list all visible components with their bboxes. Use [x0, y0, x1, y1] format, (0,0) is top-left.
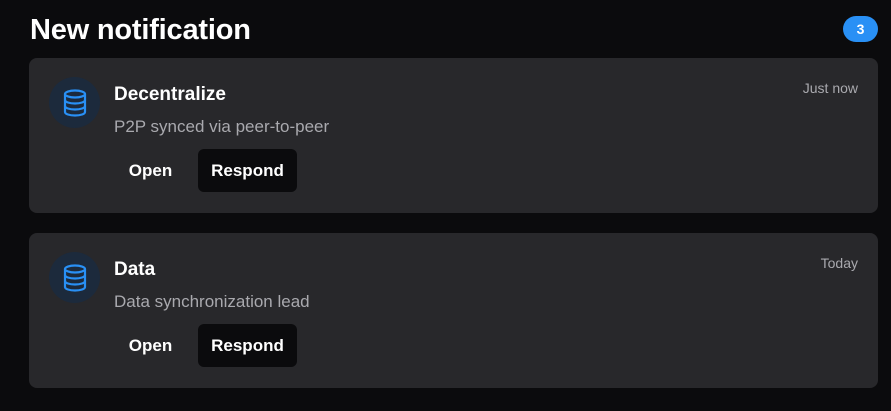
- notification-title: Decentralize: [114, 84, 226, 105]
- database-icon: [49, 77, 100, 128]
- notification-card: Decentralize P2P synced via peer-to-peer…: [29, 58, 878, 213]
- notification-timestamp: Just now: [802, 80, 858, 96]
- notification-count-badge: 3: [843, 16, 878, 42]
- notification-message: P2P synced via peer-to-peer: [114, 117, 330, 136]
- notification-card: Data Data synchronization lead Today Ope…: [29, 233, 878, 388]
- database-icon: [49, 252, 100, 303]
- notification-panel: New notification 3 Decentralize P2P sync…: [0, 0, 891, 411]
- respond-button[interactable]: Respond: [198, 149, 297, 192]
- page-title: New notification: [30, 14, 251, 46]
- notification-message: Data synchronization lead: [114, 292, 310, 311]
- open-button[interactable]: Open: [114, 149, 187, 192]
- open-button[interactable]: Open: [114, 324, 187, 367]
- notification-timestamp: Today: [820, 255, 858, 271]
- respond-button[interactable]: Respond: [198, 324, 297, 367]
- notification-title: Data: [114, 259, 156, 280]
